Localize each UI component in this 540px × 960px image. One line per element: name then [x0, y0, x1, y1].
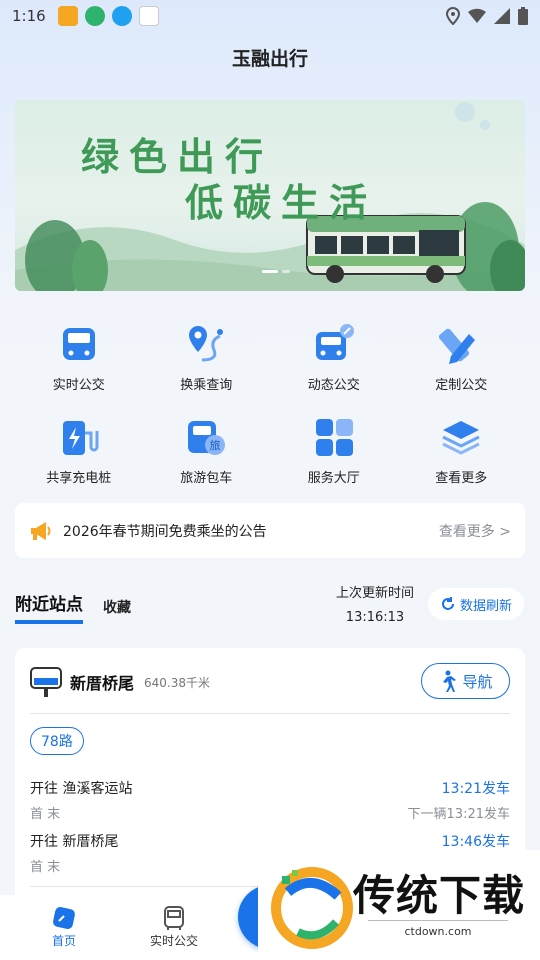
- route-badge[interactable]: 78路: [30, 727, 84, 755]
- bus-stop-icon: [30, 667, 62, 697]
- notification-app-icon: [57, 6, 78, 26]
- location-icon: [446, 7, 460, 25]
- last-update-time: 13:16:13: [345, 610, 405, 625]
- departure-time: 13:21发车: [441, 781, 510, 797]
- notice-bar[interactable]: 2026年春节期间免费乘坐的公告 查看更多 >: [15, 503, 525, 558]
- bottom-nav-realtime-label: 实时公交: [150, 934, 199, 948]
- direction-destination: 开往 渔溪客运站: [30, 781, 133, 797]
- service-label: 实时公交: [52, 378, 105, 393]
- refresh-icon: [442, 597, 454, 610]
- transfer-route-icon: [182, 320, 230, 368]
- direction-subrow: 首 末 下一辆13:21发车: [30, 803, 510, 822]
- home-icon: [53, 907, 75, 929]
- direction-row[interactable]: 开往 新厝桥尾 13:46发车: [30, 831, 510, 851]
- realtime-bus-icon: [55, 320, 103, 368]
- navigate-label: 导航: [462, 672, 493, 691]
- status-time: 1:16: [12, 7, 46, 25]
- next-bus: 下一辆13:21发车: [407, 807, 510, 822]
- dynamic-bus-icon: [310, 320, 358, 368]
- station-header: 新厝桥尾 640.38千米: [30, 666, 210, 698]
- svg-text:旅: 旅: [210, 438, 221, 452]
- notification-news-icon: [138, 6, 159, 26]
- promo-banner[interactable]: 绿色出行 低碳生活: [15, 100, 525, 291]
- signal-icon: [494, 8, 510, 24]
- service-view-more[interactable]: 查看更多: [398, 413, 526, 486]
- service-charging-pile[interactable]: 共享充电桩: [15, 413, 143, 486]
- service-label: 换乘查询: [180, 378, 233, 393]
- watermark-logo-icon: [271, 867, 353, 949]
- banner-pager: [262, 270, 290, 273]
- battery-icon: [518, 7, 528, 25]
- service-transfer-query[interactable]: 换乘查询: [143, 320, 271, 393]
- page-title: 玉融出行: [231, 48, 308, 70]
- notice-text: 2026年春节期间免费乘坐的公告: [63, 523, 267, 540]
- status-bar: 1:16: [0, 0, 540, 32]
- station-distance: 640.38千米: [144, 675, 211, 690]
- notification-download-icon: [111, 6, 132, 26]
- direction-destination: 开往 新厝桥尾: [30, 834, 119, 850]
- bottom-nav-realtime[interactable]: 实时公交: [150, 904, 198, 949]
- refresh-button[interactable]: 数据刷新: [428, 588, 524, 620]
- divider: [30, 713, 510, 714]
- service-label: 旅游包车: [180, 471, 233, 486]
- bottom-nav-home[interactable]: 首页: [50, 904, 78, 949]
- megaphone-icon: [31, 521, 51, 540]
- service-label: 定制公交: [435, 378, 488, 393]
- departure-time: 13:46发车: [441, 834, 510, 850]
- tab-nearby-stations[interactable]: 附近站点: [15, 590, 83, 624]
- notice-more-link[interactable]: 查看更多 >: [439, 521, 511, 541]
- watermark: 传统下载 ctdown.com: [258, 850, 540, 960]
- wifi-icon: [468, 8, 486, 23]
- watermark-domain: ctdown.com: [368, 920, 508, 938]
- service-realtime-bus[interactable]: 实时公交: [15, 320, 143, 393]
- first-last-bus: 首 末: [30, 807, 61, 822]
- service-label: 服务大厅: [307, 471, 360, 486]
- tour-bus-icon: 旅: [182, 413, 230, 461]
- watermark-name: 传统下载: [353, 871, 526, 920]
- service-label: 共享充电桩: [46, 471, 112, 486]
- refresh-label: 数据刷新: [459, 598, 512, 614]
- notification-shield-icon: [84, 6, 105, 26]
- station-name: 新厝桥尾: [70, 674, 135, 693]
- service-hall-icon: [310, 413, 358, 461]
- service-service-hall[interactable]: 服务大厅: [270, 413, 398, 486]
- service-dynamic-bus[interactable]: 动态公交: [270, 320, 398, 393]
- walking-icon: [443, 670, 457, 692]
- station-tabs: 附近站点 收藏: [15, 590, 131, 624]
- direction-row[interactable]: 开往 渔溪客运站 13:21发车: [30, 778, 510, 798]
- more-layers-icon: [437, 413, 485, 461]
- service-label: 动态公交: [307, 378, 360, 393]
- service-grid: 实时公交 换乘查询 动态公交 定制公交 共享充电桩 旅 旅游包车 服务大厅 查看…: [15, 320, 525, 486]
- navigate-button[interactable]: 导航: [421, 663, 510, 699]
- tab-favorites[interactable]: 收藏: [103, 597, 131, 624]
- bottom-nav-home-label: 首页: [51, 934, 76, 948]
- bus-icon: [164, 906, 184, 930]
- banner-slogan-line2: 低碳生活: [185, 180, 378, 225]
- first-last-bus: 首 末: [30, 860, 61, 875]
- service-tour-bus[interactable]: 旅 旅游包车: [143, 413, 271, 486]
- charging-pile-icon: [55, 413, 103, 461]
- service-custom-bus[interactable]: 定制公交: [398, 320, 526, 393]
- last-update: 上次更新时间 13:16:13: [330, 582, 420, 630]
- custom-bus-icon: [437, 320, 485, 368]
- last-update-label: 上次更新时间: [335, 586, 414, 601]
- service-label: 查看更多: [435, 471, 488, 486]
